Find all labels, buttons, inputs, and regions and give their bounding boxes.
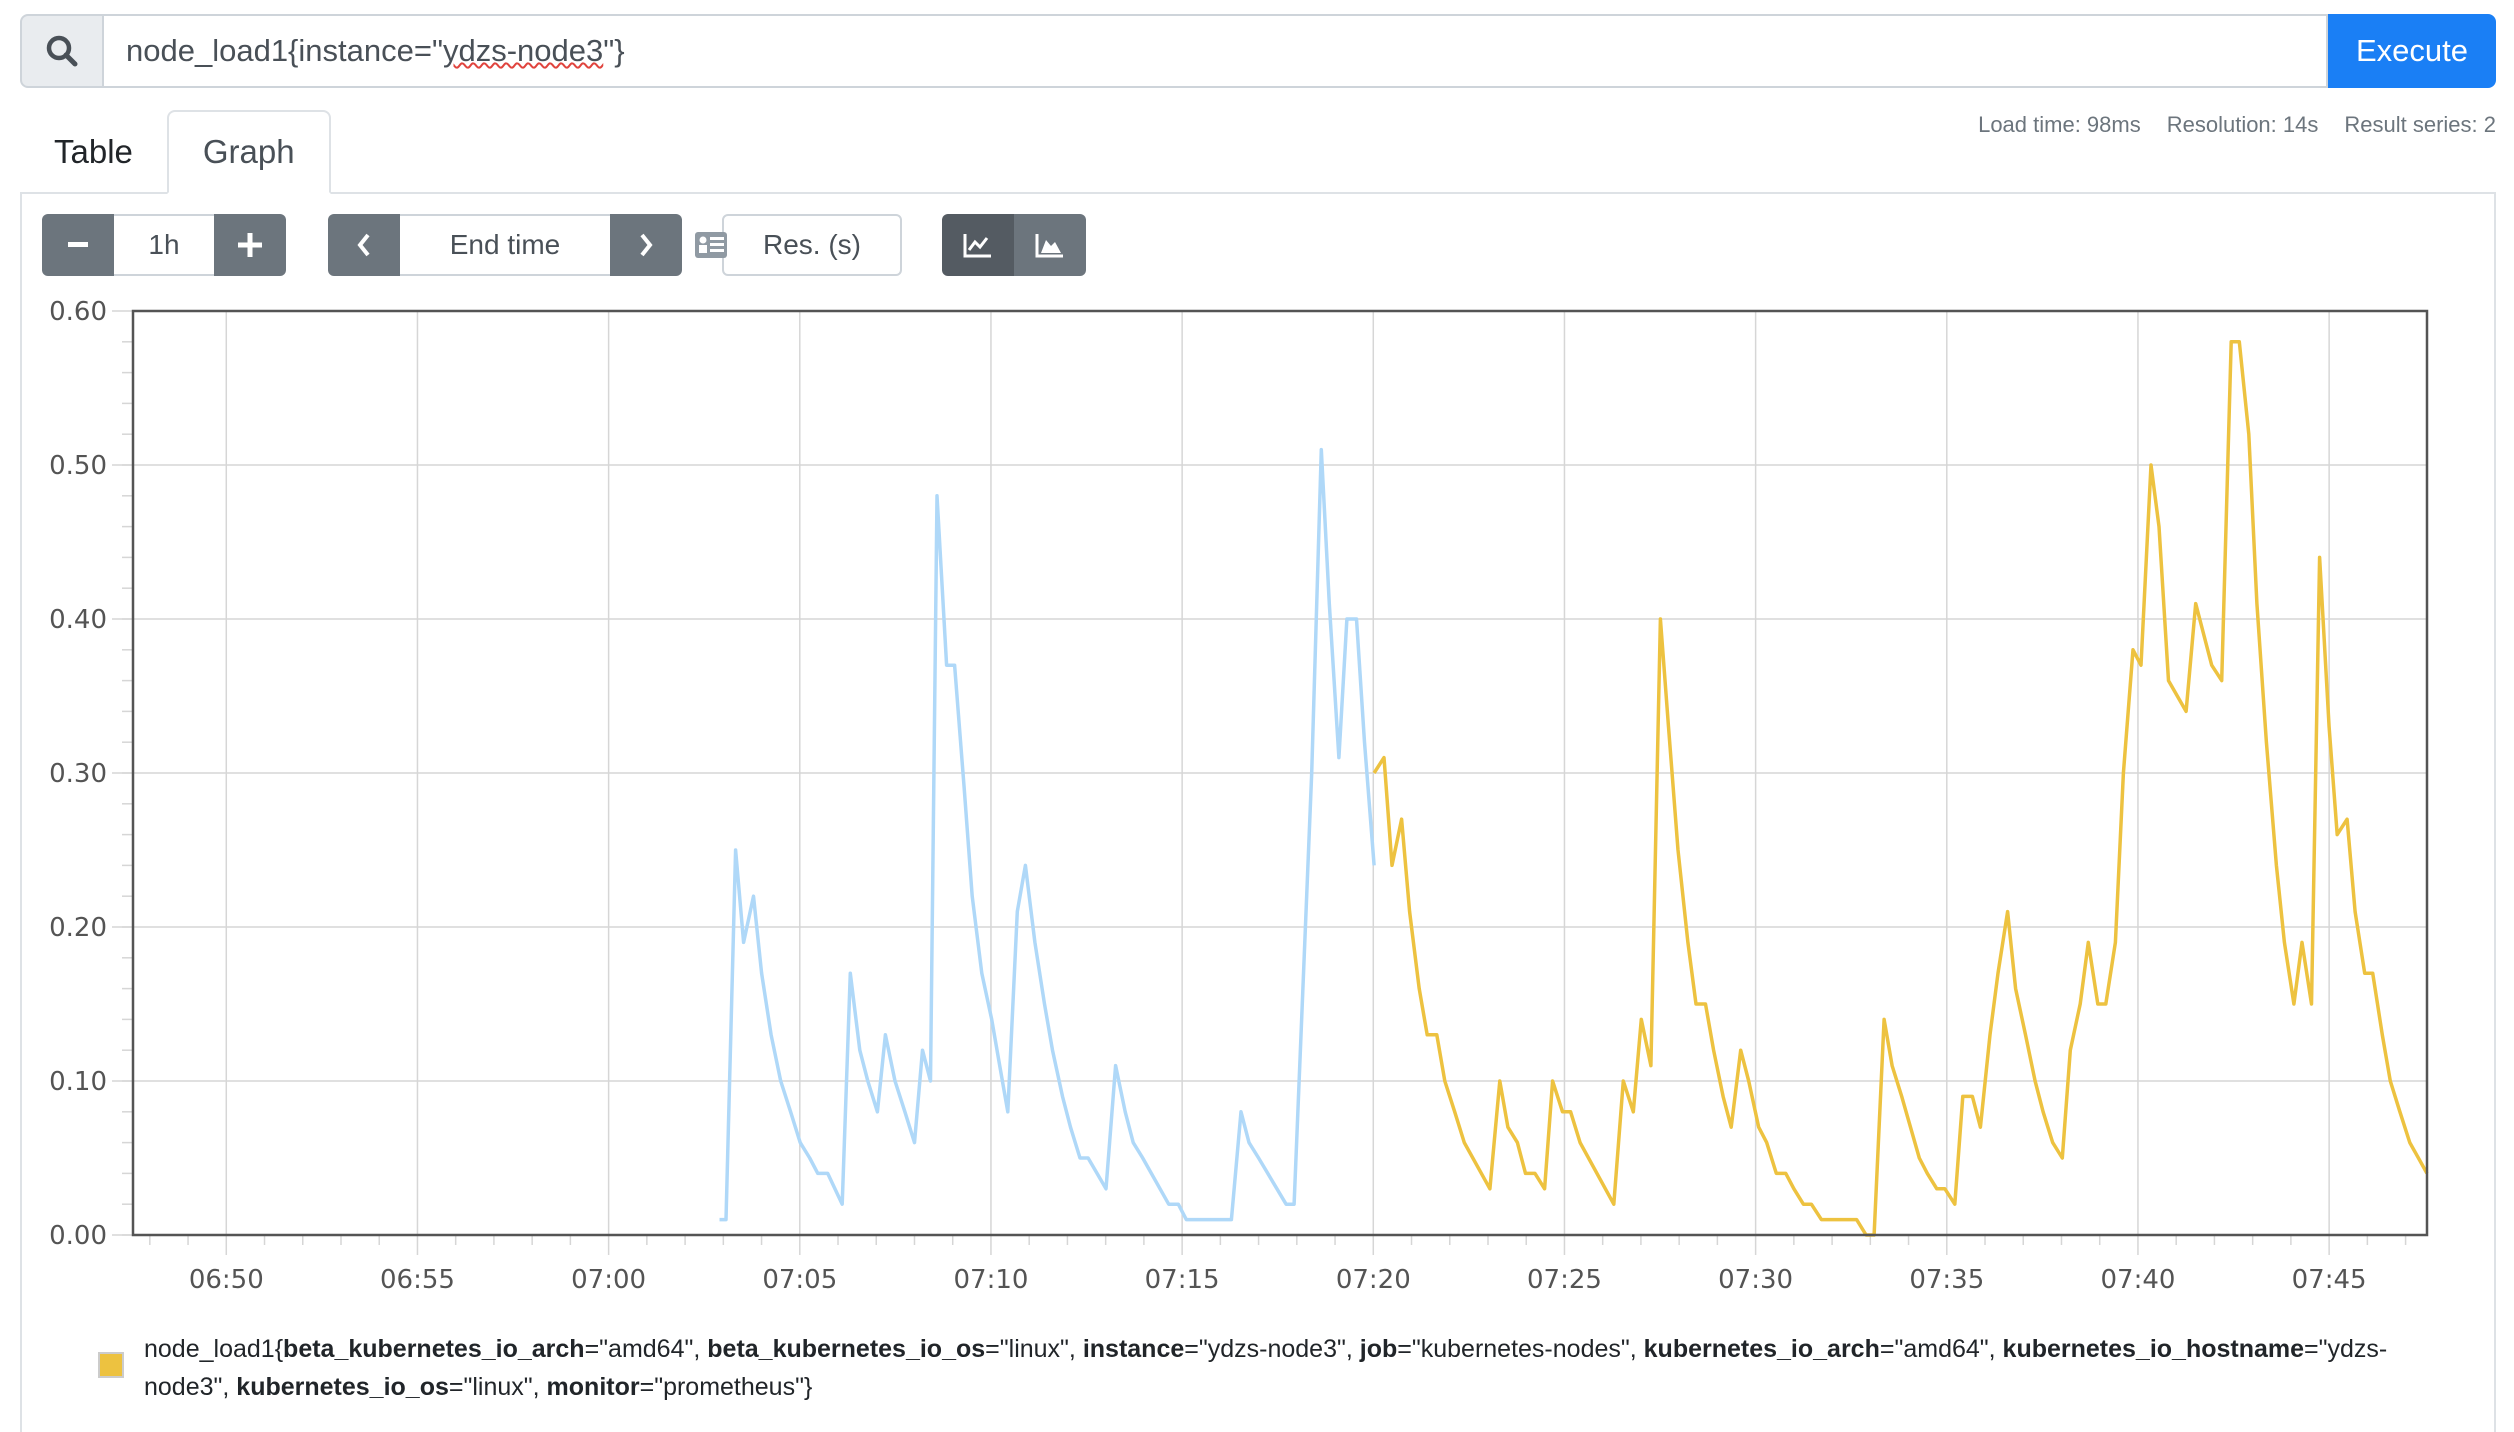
x-axis: 06:50 06:55 07:00 07:05 07:10 07:15 07:20 07:25… (149, 1235, 2407, 1295)
x-tick-label: 07:00 (571, 1265, 646, 1295)
y-tick-label: 0.50 (49, 451, 107, 481)
legend-label-key: kubernetes_io_os (236, 1373, 449, 1401)
legend-label-value: ="amd64", (584, 1335, 708, 1363)
legend-label-key: beta_kubernetes_io_arch (283, 1335, 585, 1363)
x-tick-label: 07:25 (1527, 1265, 1602, 1295)
y-tick-label: 0.60 (49, 297, 107, 327)
legend-label-key: kubernetes_io_arch (1643, 1335, 1880, 1363)
legend-label-value: ="prometheus"} (639, 1373, 813, 1401)
x-tick-label: 07:40 (2100, 1265, 2175, 1295)
x-tick-label: 06:55 (380, 1265, 455, 1295)
y-tick-label: 0.10 (49, 1067, 107, 1097)
series-lines (719, 340, 2429, 1237)
x-tick-label: 06:50 (189, 1265, 264, 1295)
y-tick-label: 0.40 (49, 605, 107, 635)
legend-label-value: ="amd64", (1879, 1335, 2003, 1363)
series-line-node_load1 (1372, 340, 2429, 1237)
legend-label-key: instance (1082, 1335, 1185, 1363)
legend-label-value: ="ydzs-node3", (1184, 1335, 1360, 1363)
series-line-series-1 (719, 447, 1376, 1222)
graph-chart: 0.000.100.200.300.400.500.60 06:50 06:55 0… (49, 297, 2429, 1295)
legend-label-value: ="kubernetes-nodes", (1397, 1335, 1644, 1363)
y-tick-label: 0.20 (49, 913, 107, 943)
x-tick-label: 07:20 (1336, 1265, 1411, 1295)
legend-series-label[interactable]: node_load1{beta_kubernetes_io_arch="amd6… (144, 1330, 2400, 1406)
y-axis: 0.00 0.10 0.20 0.30 0.40 0.50 0.60 (49, 297, 133, 1251)
legend-label-key: job (1359, 1335, 1398, 1363)
x-tick-label: 07:30 (1718, 1265, 1793, 1295)
legend-label-key: monitor (546, 1373, 640, 1401)
x-tick-label: 07:45 (2292, 1265, 2367, 1295)
legend-label-key: beta_kubernetes_io_os (707, 1335, 986, 1363)
x-tick-label: 07:15 (1145, 1265, 1220, 1295)
x-tick-label: 07:10 (953, 1265, 1028, 1295)
legend-metric: node_load1{ (144, 1335, 284, 1363)
grid-lines (133, 310, 2427, 1255)
legend-label-value: ="linux", (985, 1335, 1083, 1363)
tab-graph[interactable]: Graph (166, 110, 331, 194)
y-tick-label: 0.00 (49, 1221, 107, 1251)
x-tick-label: 07:05 (762, 1265, 837, 1295)
legend: node_load1{beta_kubernetes_io_arch="amd6… (98, 1330, 2400, 1406)
legend-label-value: ="linux", (448, 1373, 547, 1401)
legend-swatch[interactable] (98, 1352, 124, 1378)
y-tick-label: 0.30 (49, 759, 107, 789)
x-tick-label: 07:35 (1909, 1265, 1984, 1295)
legend-label-key: kubernetes_io_hostname (2002, 1335, 2305, 1363)
